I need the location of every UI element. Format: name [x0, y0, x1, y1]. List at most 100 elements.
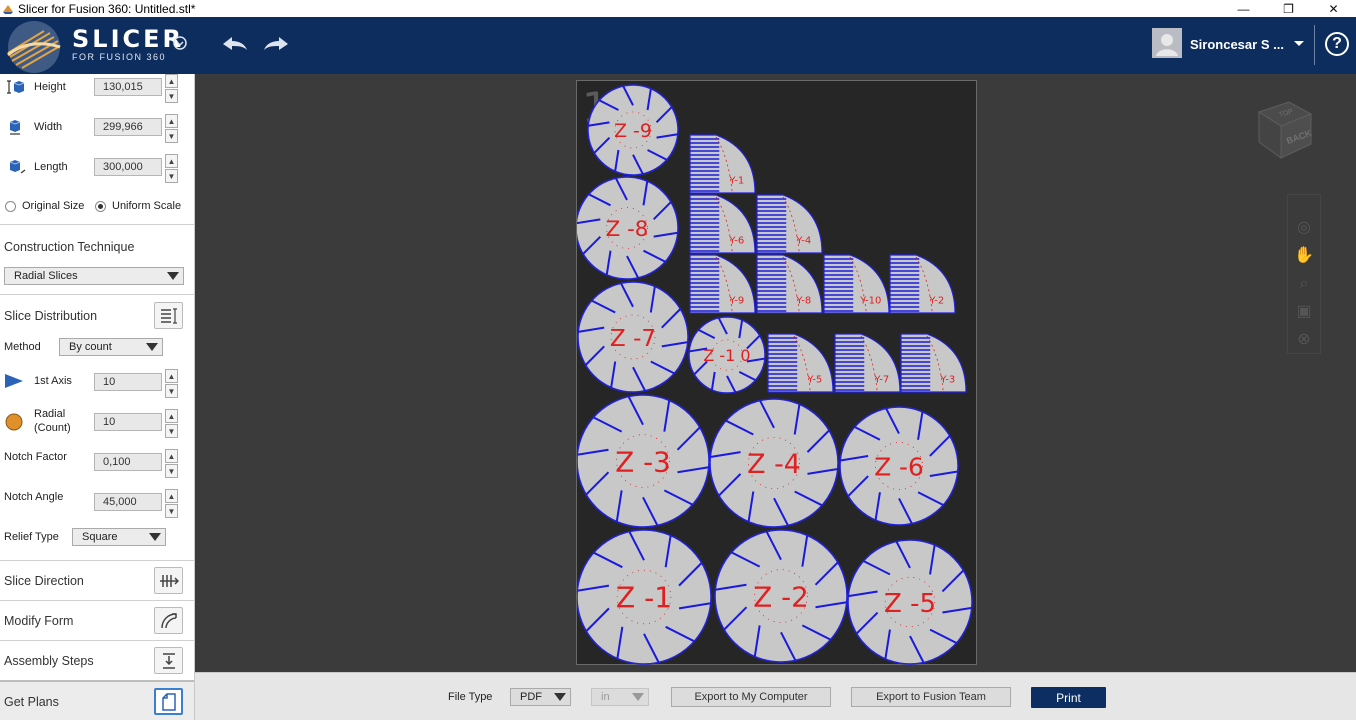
radial-slice-part: Z -3 [577, 394, 710, 528]
stepper-up-icon[interactable]: ▲ [165, 489, 178, 503]
file-type-select[interactable]: PDF [510, 688, 571, 706]
notch-angle-field[interactable]: 45,000 [94, 493, 162, 511]
modify-form-title[interactable]: Modify Form [4, 614, 73, 628]
notch-factor-stepper[interactable]: ▲ ▼ [165, 449, 178, 479]
stepper-down-icon[interactable]: ▼ [165, 169, 178, 183]
get-plans-button[interactable] [154, 688, 183, 715]
undo-icon[interactable] [220, 32, 250, 56]
notch-angle-label: Notch Angle [4, 491, 64, 503]
notch-factor-label: Notch Factor [4, 451, 67, 463]
notch-angle-stepper[interactable]: ▲ ▼ [165, 489, 178, 519]
notch-factor-field[interactable]: 0,100 [94, 453, 162, 471]
original-size-radio[interactable] [5, 201, 16, 212]
original-size-label[interactable]: Original Size [22, 200, 84, 212]
uniform-scale-radio[interactable] [95, 201, 106, 212]
relief-type-value: Square [82, 531, 118, 543]
height-stepper[interactable]: ▲ ▼ [165, 74, 178, 104]
modify-form-section[interactable]: Modify Form [0, 600, 194, 640]
redo-icon[interactable] [261, 32, 291, 56]
stepper-up-icon[interactable]: ▲ [165, 449, 178, 463]
length-label: Length [34, 161, 68, 173]
assembly-steps-section[interactable]: Assembly Steps [0, 640, 194, 680]
logo-wordmark: SLICER [72, 25, 184, 53]
get-plans-title[interactable]: Get Plans [4, 695, 59, 709]
height-field[interactable]: 130,015 [94, 78, 162, 96]
assembly-steps-title[interactable]: Assembly Steps [4, 654, 94, 668]
first-axis-stepper[interactable]: ▲ ▼ [165, 369, 178, 399]
plan-sheet[interactable]: 1 Z -9Z -8Z -7Z -1 0Z -3Z -4Z -6Z -1Z -2… [576, 80, 977, 665]
user-menu-chevron-down-icon[interactable] [1292, 39, 1306, 49]
unit-value: in [601, 691, 610, 703]
modify-form-button[interactable] [154, 607, 183, 634]
first-axis-field[interactable]: 10 [94, 373, 162, 391]
chevron-down-icon [167, 272, 179, 280]
quarter-slice-part: Y-8 [756, 254, 823, 314]
slice-direction-button[interactable] [154, 567, 183, 594]
print-button[interactable]: Print [1031, 687, 1106, 708]
quarter-slice-part: Y-5 [767, 333, 834, 393]
construction-section: Construction Technique Radial Slices [0, 224, 194, 294]
look-at-icon[interactable]: ⊗ [1297, 331, 1310, 348]
quarter-slice-part: Y-2 [889, 254, 956, 314]
slice-distribution-button[interactable] [154, 302, 183, 329]
stepper-down-icon[interactable]: ▼ [165, 129, 178, 143]
slice-direction-title[interactable]: Slice Direction [4, 574, 84, 588]
relief-type-label: Relief Type [4, 531, 59, 543]
app-icon [3, 4, 13, 14]
radial-slice-part: Z -6 [839, 406, 959, 526]
stepper-up-icon[interactable]: ▲ [165, 154, 178, 168]
slice-distribution-section: Slice Distribution Method By count 1st A… [0, 294, 194, 559]
construction-technique-select[interactable]: Radial Slices [4, 267, 184, 285]
first-axis-icon [5, 374, 23, 388]
zoom-icon[interactable]: ⌕ [1300, 275, 1309, 292]
pan-hand-icon[interactable]: ✋ [1294, 247, 1314, 264]
slice-label: Y-3 [939, 375, 955, 386]
export-to-computer-button[interactable]: Export to My Computer [671, 687, 831, 707]
stepper-up-icon[interactable]: ▲ [165, 74, 178, 88]
orbit-icon[interactable]: ◎ [1297, 219, 1311, 236]
relief-type-select[interactable]: Square [72, 528, 166, 546]
stepper-down-icon[interactable]: ▼ [165, 464, 178, 478]
quarter-slice-part: Y-9 [689, 254, 756, 314]
restore-button[interactable]: ❐ [1266, 0, 1311, 17]
radial-count-stepper[interactable]: ▲ ▼ [165, 409, 178, 439]
stepper-up-icon[interactable]: ▲ [165, 369, 178, 383]
stepper-up-icon[interactable]: ▲ [165, 114, 178, 128]
assembly-steps-button[interactable] [154, 647, 183, 674]
height-icon [7, 80, 25, 94]
stepper-down-icon[interactable]: ▼ [165, 424, 178, 438]
stepper-down-icon[interactable]: ▼ [165, 384, 178, 398]
method-select[interactable]: By count [59, 338, 163, 356]
fit-view-icon[interactable]: ▣ [1296, 303, 1311, 320]
radial-count-field[interactable]: 10 [94, 413, 162, 431]
slice-direction-icon [159, 574, 179, 587]
length-field[interactable]: 300,000 [94, 158, 162, 176]
uniform-scale-label[interactable]: Uniform Scale [112, 200, 181, 212]
method-value: By count [69, 341, 112, 353]
3d-viewport[interactable]: 1 Z -9Z -8Z -7Z -1 0Z -3Z -4Z -6Z -1Z -2… [195, 74, 1356, 672]
stepper-up-icon[interactable]: ▲ [165, 409, 178, 423]
app-menu-chevron-icon[interactable] [172, 35, 188, 51]
height-label: Height [34, 81, 66, 93]
chevron-down-icon [632, 693, 644, 701]
width-row: Width 299,966 ▲ ▼ [0, 114, 194, 154]
slice-label: Z -1 0 [703, 346, 750, 365]
get-plans-section[interactable]: Get Plans [0, 680, 194, 720]
width-field[interactable]: 299,966 [94, 118, 162, 136]
quarter-slice-part: Y-6 [689, 194, 756, 254]
close-button[interactable]: ✕ [1311, 0, 1356, 17]
user-name[interactable]: Sironcesar S ... [1190, 37, 1284, 52]
width-stepper[interactable]: ▲ ▼ [165, 114, 178, 144]
stepper-down-icon[interactable]: ▼ [165, 89, 178, 103]
avatar[interactable] [1152, 28, 1182, 58]
help-button[interactable]: ? [1325, 32, 1349, 56]
export-to-fusion-team-button[interactable]: Export to Fusion Team [851, 687, 1011, 707]
stepper-down-icon[interactable]: ▼ [165, 504, 178, 518]
length-stepper[interactable]: ▲ ▼ [165, 154, 178, 184]
radial-slice-part: Z -2 [714, 529, 848, 663]
slice-direction-section[interactable]: Slice Direction [0, 560, 194, 600]
slice-label: Z -8 [606, 217, 649, 242]
minimize-button[interactable]: — [1221, 0, 1266, 17]
viewcube-icon[interactable]: TOP BACK [1253, 96, 1317, 160]
chevron-down-icon [149, 533, 161, 541]
